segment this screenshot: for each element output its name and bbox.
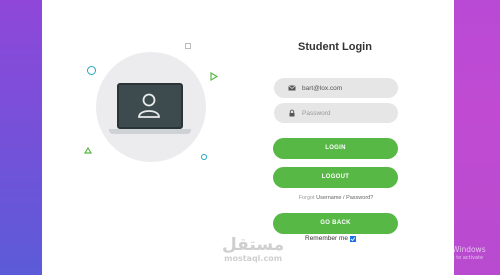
login-button[interactable]: LOGIN (273, 138, 398, 159)
decor-dot-icon (201, 154, 207, 160)
decor-triangle-small-icon (84, 147, 92, 154)
decor-circle-icon (87, 66, 96, 75)
decor-square-icon (185, 43, 191, 49)
laptop-base (109, 129, 191, 134)
remember-checkbox[interactable] (349, 235, 356, 242)
watermark-arabic: مستقل (222, 235, 285, 255)
password-input[interactable] (302, 103, 392, 123)
email-input[interactable] (302, 78, 392, 98)
logout-button[interactable]: LOGOUT (273, 167, 398, 188)
page-title: Student Login (298, 41, 372, 53)
lock-icon (289, 109, 295, 117)
user-icon (138, 93, 160, 118)
background-left (0, 0, 42, 275)
background-right (454, 0, 500, 275)
remember-me[interactable]: Remember me (305, 235, 356, 242)
activate-windows-notice: Activate Windows Go to Settings to activ… (419, 245, 500, 267)
go-back-button[interactable]: GO BACK (273, 213, 398, 234)
password-field[interactable] (274, 103, 398, 123)
watermark: مستقل mostaql.com (222, 235, 285, 264)
check-icon (350, 236, 356, 241)
envelope-icon (288, 85, 296, 91)
email-field[interactable] (274, 78, 398, 98)
forgot-link[interactable]: Username / Password? (316, 195, 373, 201)
activate-title: Activate Windows (419, 245, 486, 254)
decor-triangle-icon (210, 72, 218, 81)
forgot-prefix: Forgot (298, 195, 315, 201)
remember-label: Remember me (305, 235, 348, 242)
forgot-credentials: Forgot Username / Password? (272, 195, 400, 201)
activate-subtitle: Go to Settings to activate Windows. (419, 255, 484, 267)
watermark-latin: mostaql.com (224, 254, 283, 263)
